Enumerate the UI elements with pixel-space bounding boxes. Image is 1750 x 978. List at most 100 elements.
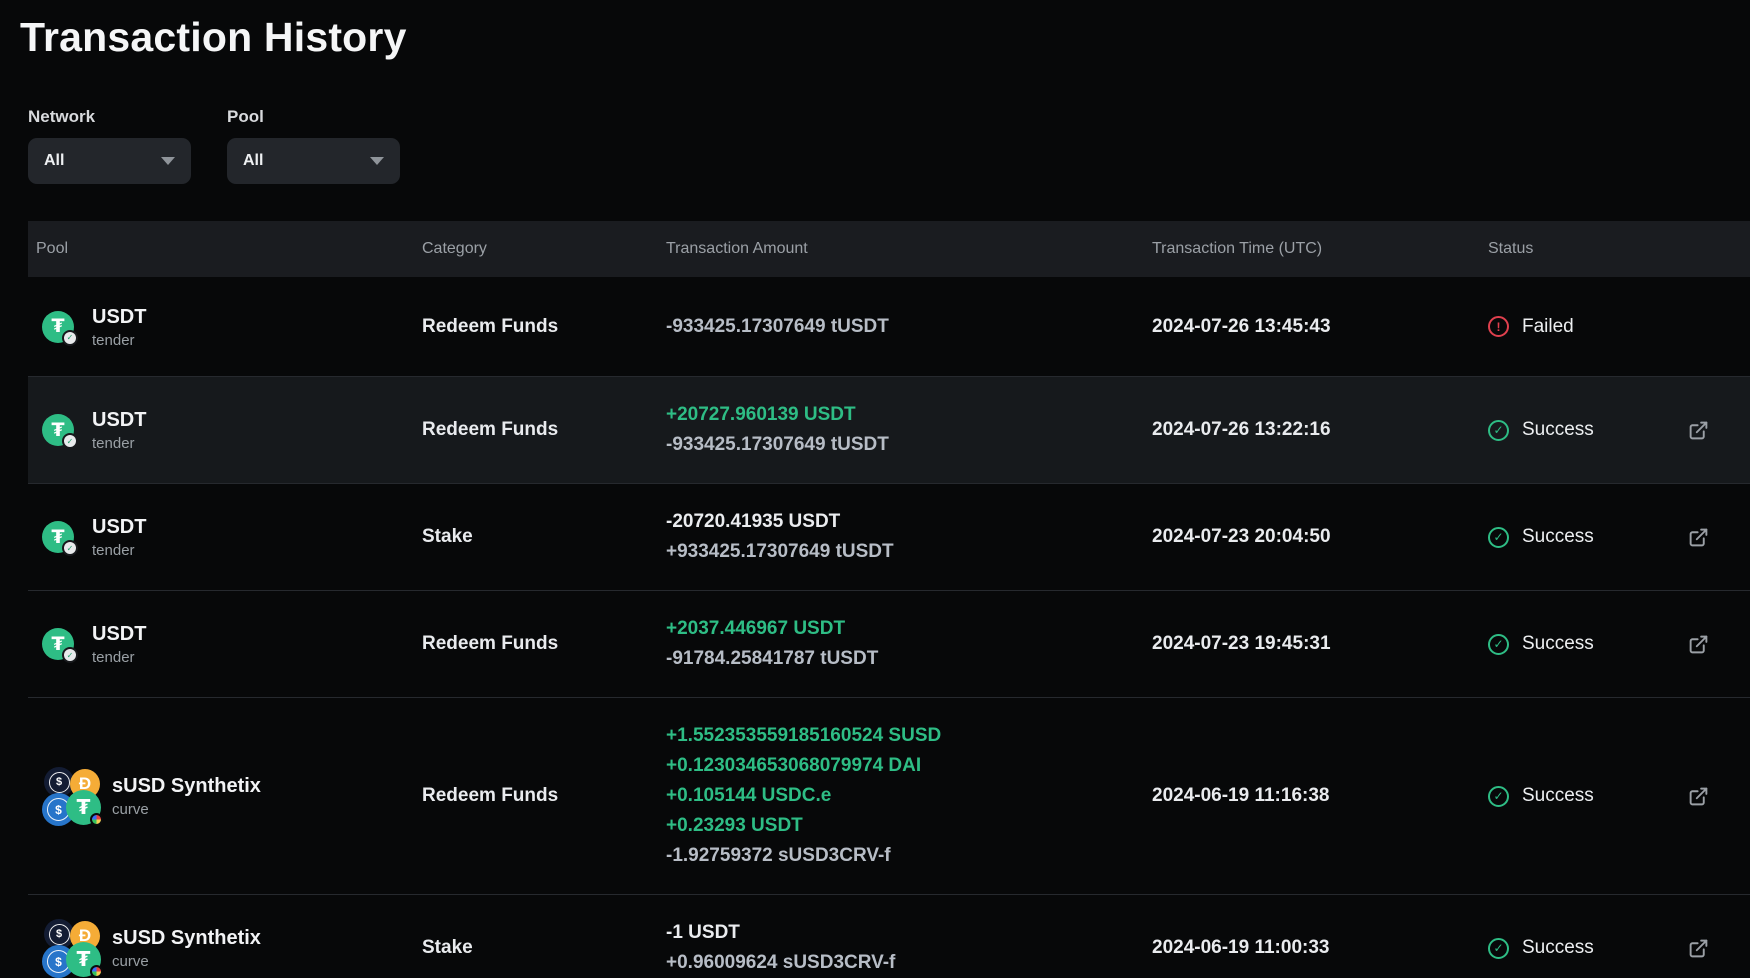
actions-cell [1688, 420, 1750, 441]
network-filter-value: All [44, 152, 64, 170]
category-cell: Redeem Funds [422, 785, 666, 807]
table-row[interactable]: ₮ ✓ USDT tender Stake -20720.41935 USDT+… [28, 484, 1750, 591]
status-cell: ✓ Success [1488, 419, 1688, 441]
status-cell: ✓ Success [1488, 937, 1688, 959]
external-link-icon[interactable] [1688, 634, 1709, 655]
amount-cell: -20720.41935 USDT+933425.17307649 tUSDT [666, 484, 1152, 590]
table-row[interactable]: $ Đ $ ₮ sUSD Synthetix curve Redeem Fund… [28, 698, 1750, 895]
status-cell: ✓ Success [1488, 785, 1688, 807]
time-cell: 2024-06-19 11:00:33 [1152, 937, 1488, 959]
external-link-icon[interactable] [1688, 527, 1709, 548]
table-row[interactable]: ₮ ✓ USDT tender Redeem Funds +2037.44696… [28, 591, 1750, 698]
amount-line: +20727.960139 USDT [666, 400, 1152, 430]
amount-line: +0.23293 USDT [666, 811, 1152, 841]
pool-filter-value: All [243, 152, 263, 170]
amount-line: +2037.446967 USDT [666, 614, 1152, 644]
time-cell: 2024-07-23 20:04:50 [1152, 526, 1488, 548]
pool-name: USDT [92, 408, 146, 433]
amount-cell: -1 USDT+0.96009624 sUSD3CRV-f [666, 895, 1152, 978]
verified-badge-icon: ✓ [62, 433, 78, 449]
chevron-down-icon [370, 157, 384, 165]
pool-filter-dropdown[interactable]: All [227, 138, 400, 184]
column-header-time: Transaction Time (UTC) [1152, 240, 1488, 258]
column-header-category: Category [422, 240, 666, 258]
table-row[interactable]: ₮ ✓ USDT tender Redeem Funds -933425.173… [28, 277, 1750, 377]
pool-platform: tender [92, 542, 146, 559]
actions-cell [1688, 938, 1750, 959]
usdt-token-icon: ₮ [66, 942, 101, 977]
actions-cell [1688, 634, 1750, 655]
susd-synthetix-pool-icon: $ Đ $ ₮ [42, 919, 102, 977]
usdt-token-icon: ₮ ✓ [42, 628, 74, 660]
external-link-icon[interactable] [1688, 786, 1709, 807]
amount-line: +0.105144 USDC.e [666, 781, 1152, 811]
status-label: Success [1522, 937, 1594, 959]
status-cell: ! Failed [1488, 316, 1688, 338]
check-icon: ✓ [1488, 634, 1509, 655]
status-label: Failed [1522, 316, 1574, 338]
external-link-icon[interactable] [1688, 420, 1709, 441]
pool-cell: ₮ ✓ USDT tender [28, 408, 422, 452]
amount-line: -1 USDT [666, 918, 1152, 948]
network-filter: Network All [28, 107, 191, 184]
category-cell: Stake [422, 937, 666, 959]
table-body: ₮ ✓ USDT tender Redeem Funds -933425.173… [28, 277, 1750, 978]
amount-line: +0.96009624 sUSD3CRV-f [666, 948, 1152, 978]
amount-line: +933425.17307649 tUSDT [666, 537, 1152, 567]
network-filter-dropdown[interactable]: All [28, 138, 191, 184]
amount-cell: +1.552353559185160524 SUSD+0.12303465306… [666, 698, 1152, 894]
usdt-token-icon: ₮ [66, 790, 101, 825]
status-cell: ✓ Success [1488, 633, 1688, 655]
pool-cell: $ Đ $ ₮ sUSD Synthetix curve [28, 919, 422, 977]
status-label: Success [1522, 526, 1594, 548]
amount-line: +0.123034653068079974 DAI [666, 751, 1152, 781]
page-title: Transaction History [20, 14, 1750, 61]
error-icon: ! [1488, 316, 1509, 337]
check-icon: ✓ [1488, 938, 1509, 959]
usdt-token-icon: ₮ ✓ [42, 521, 74, 553]
pool-platform: curve [112, 801, 261, 818]
pool-name: USDT [92, 622, 146, 647]
amount-line: -20720.41935 USDT [666, 507, 1152, 537]
actions-cell [1688, 786, 1750, 807]
time-cell: 2024-06-19 11:16:38 [1152, 785, 1488, 807]
susd-synthetix-pool-icon: $ Đ $ ₮ [42, 767, 102, 825]
amount-cell: +20727.960139 USDT-933425.17307649 tUSDT [666, 377, 1152, 483]
status-label: Success [1522, 633, 1594, 655]
status-cell: ✓ Success [1488, 526, 1688, 548]
pool-cell: ₮ ✓ USDT tender [28, 622, 422, 666]
pool-name: sUSD Synthetix [112, 774, 261, 799]
actions-cell [1688, 527, 1750, 548]
category-cell: Redeem Funds [422, 316, 666, 338]
status-label: Success [1522, 785, 1594, 807]
column-header-pool: Pool [28, 240, 422, 258]
column-header-amount: Transaction Amount [666, 240, 1152, 258]
filters-bar: Network All Pool All [28, 107, 1750, 184]
transaction-table: Pool Category Transaction Amount Transac… [28, 221, 1750, 978]
column-header-status: Status [1488, 240, 1688, 258]
table-row[interactable]: $ Đ $ ₮ sUSD Synthetix curve Stake -1 US… [28, 895, 1750, 978]
pool-filter: Pool All [227, 107, 400, 184]
pool-cell: ₮ ✓ USDT tender [28, 515, 422, 559]
check-icon: ✓ [1488, 786, 1509, 807]
category-cell: Redeem Funds [422, 419, 666, 441]
usdt-token-icon: ₮ ✓ [42, 311, 74, 343]
check-icon: ✓ [1488, 420, 1509, 441]
time-cell: 2024-07-23 19:45:31 [1152, 633, 1488, 655]
amount-line: +1.552353559185160524 SUSD [666, 721, 1152, 751]
amount-cell: +2037.446967 USDT-91784.25841787 tUSDT [666, 591, 1152, 697]
amount-cell: -933425.17307649 tUSDT [666, 289, 1152, 365]
category-cell: Stake [422, 526, 666, 548]
amount-line: -91784.25841787 tUSDT [666, 644, 1152, 674]
table-header: Pool Category Transaction Amount Transac… [28, 221, 1750, 277]
table-row[interactable]: ₮ ✓ USDT tender Redeem Funds +20727.9601… [28, 377, 1750, 484]
curve-badge-icon [90, 813, 103, 826]
pool-cell: ₮ ✓ USDT tender [28, 305, 422, 349]
external-link-icon[interactable] [1688, 938, 1709, 959]
pool-name: USDT [92, 515, 146, 540]
curve-badge-icon [90, 965, 103, 978]
chevron-down-icon [161, 157, 175, 165]
category-cell: Redeem Funds [422, 633, 666, 655]
pool-name: sUSD Synthetix [112, 926, 261, 951]
pool-filter-label: Pool [227, 107, 400, 127]
